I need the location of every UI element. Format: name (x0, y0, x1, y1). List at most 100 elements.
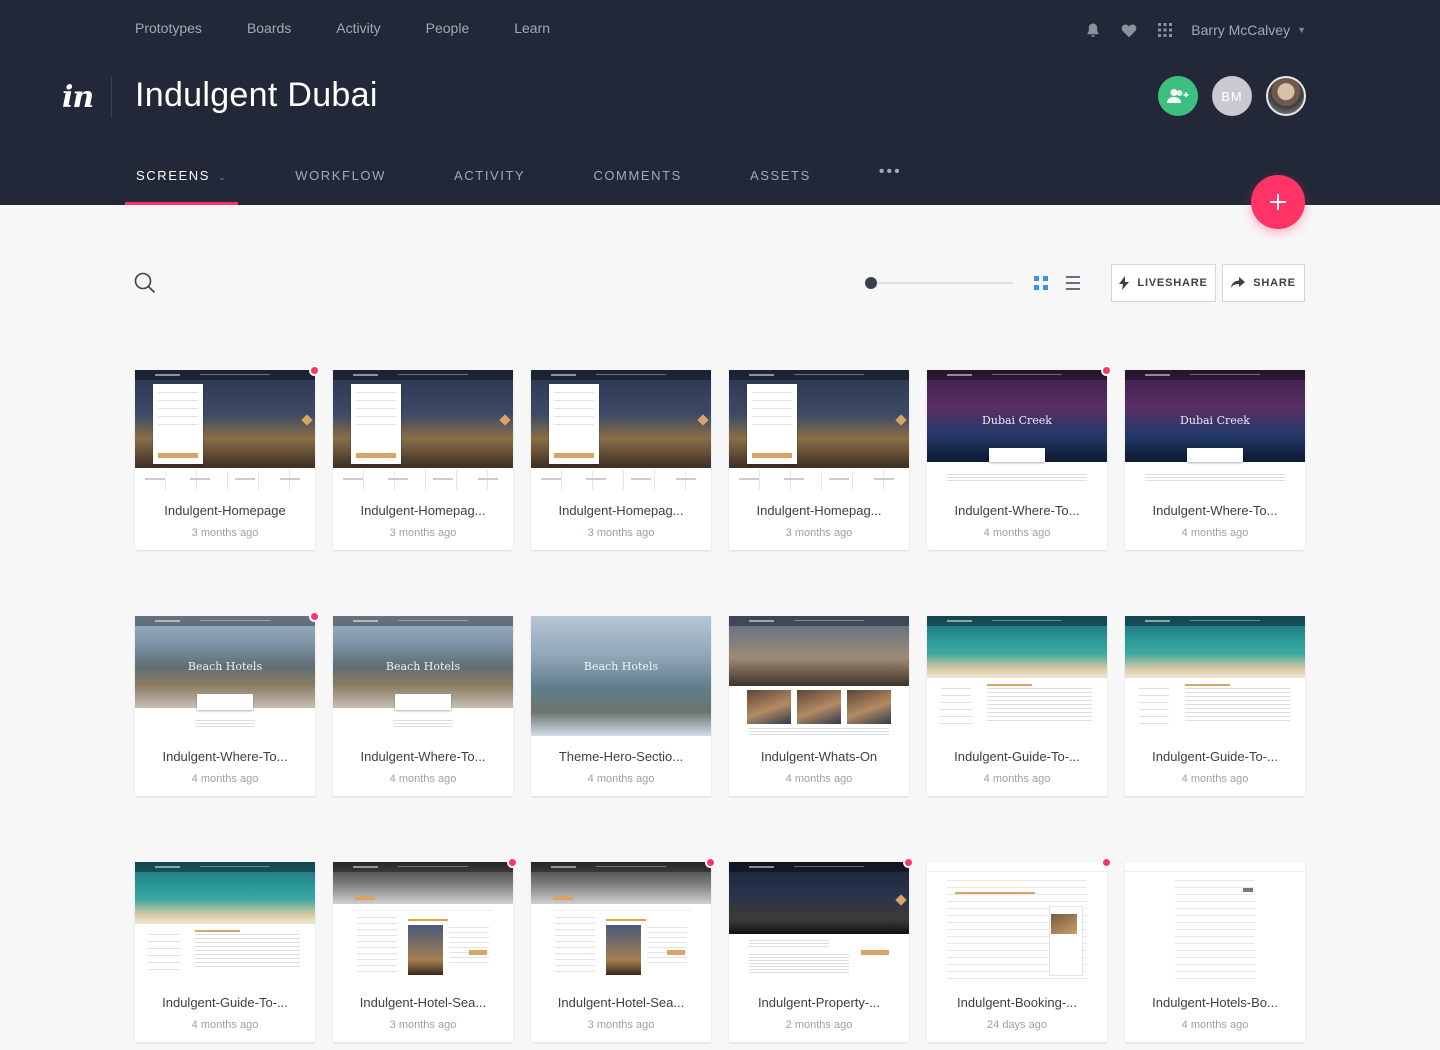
screen-card[interactable]: Beach Hotels Indulgent-Where-To... 4 month… (135, 611, 320, 796)
bell-icon[interactable] (1085, 22, 1101, 38)
screen-card[interactable]: Indulgent-Whats-On 4 months ago (729, 616, 909, 796)
screen-name[interactable]: Indulgent-Guide-To-... (927, 749, 1107, 764)
screen-name[interactable]: Indulgent-Where-To... (1125, 503, 1305, 518)
thumbnail-size-slider[interactable] (865, 277, 1013, 289)
nav-boards[interactable]: Boards (247, 18, 291, 38)
screen-thumbnail[interactable]: Beach Hotels (531, 616, 711, 736)
thumb-hero-title: Dubai Creek (982, 414, 1052, 427)
avatar[interactable] (1266, 76, 1306, 116)
tab-activity[interactable]: ACTIVITY (443, 160, 536, 205)
screen-card[interactable]: Indulgent-Homepag... 3 months ago (531, 370, 711, 550)
screen-name[interactable]: Indulgent-Guide-To-... (135, 995, 315, 1010)
lightning-icon (1119, 276, 1130, 290)
screen-name[interactable]: Indulgent-Homepag... (729, 503, 909, 518)
share-button[interactable]: SHARE (1222, 264, 1305, 302)
nav-learn[interactable]: Learn (514, 18, 550, 38)
liveshare-button[interactable]: LIVESHARE (1111, 264, 1216, 302)
screen-card[interactable]: Indulgent-Hotels-Bo... 4 months ago (1125, 862, 1305, 1042)
add-screen-button[interactable] (1251, 175, 1305, 229)
project-tabs: SCREENS ⌄ WORKFLOW ACTIVITY COMMENTS ASSE… (125, 160, 959, 205)
screen-updated-time: 3 months ago (587, 1019, 655, 1031)
screen-card[interactable]: Dubai Creek Indulgent-Where-To... 4 months… (1125, 370, 1305, 550)
nav-people[interactable]: People (426, 18, 470, 38)
screen-name[interactable]: Indulgent-Hotels-Bo... (1125, 995, 1305, 1010)
screen-card[interactable]: Dubai Creek Indulgent-Where-To... 4 months… (927, 365, 1112, 550)
screen-name[interactable]: Indulgent-Homepage (135, 503, 315, 518)
list-view-icon[interactable] (1066, 276, 1080, 290)
screen-thumbnail[interactable] (729, 862, 909, 982)
screen-thumbnail[interactable] (927, 862, 1107, 982)
screen-card[interactable]: Indulgent-Guide-To-... 4 months ago (927, 616, 1107, 796)
unread-indicator (1101, 857, 1112, 868)
screens-grid: Indulgent-Homepage 3 months ago Indulgent-… (135, 365, 1305, 1042)
screen-card[interactable]: Beach Hotels Indulgent-Where-To... 4 month… (333, 616, 513, 796)
screen-name[interactable]: Indulgent-Homepag... (531, 503, 711, 518)
screen-card[interactable]: Indulgent-Hotel-Sea... 3 months ago (333, 857, 518, 1042)
screen-name[interactable]: Indulgent-Hotel-Sea... (333, 995, 513, 1010)
screen-thumbnail[interactable] (333, 862, 513, 982)
screen-card[interactable]: Indulgent-Homepag... 3 months ago (729, 370, 909, 550)
share-label: SHARE (1253, 277, 1296, 289)
thumb-hero-title: Beach Hotels (385, 660, 461, 673)
screen-name[interactable]: Indulgent-Property-... (729, 995, 909, 1010)
add-collaborator-button[interactable] (1158, 76, 1198, 116)
screen-thumbnail[interactable] (927, 616, 1107, 736)
screen-card[interactable]: Indulgent-Homepag... 3 months ago (333, 370, 513, 550)
tab-assets[interactable]: ASSETS (739, 160, 822, 205)
tab-screens[interactable]: SCREENS ⌄ (125, 160, 239, 205)
screen-name[interactable]: Indulgent-Booking-... (927, 995, 1107, 1010)
apps-grid-icon[interactable] (1157, 22, 1173, 38)
screen-updated-time: 3 months ago (785, 527, 853, 539)
screen-thumbnail[interactable] (729, 616, 909, 736)
screen-card[interactable]: Indulgent-Homepage 3 months ago (135, 365, 320, 550)
avatar-initials[interactable]: BM (1212, 76, 1252, 116)
screen-card[interactable]: Indulgent-Hotel-Sea... 3 months ago (531, 857, 716, 1042)
screen-name[interactable]: Indulgent-Hotel-Sea... (531, 995, 711, 1010)
nav-prototypes[interactable]: Prototypes (135, 18, 202, 38)
screen-name[interactable]: Indulgent-Homepag... (333, 503, 513, 518)
screen-name[interactable]: Indulgent-Where-To... (135, 749, 315, 764)
screen-updated-time: 4 months ago (1181, 527, 1249, 539)
screen-card[interactable]: Beach Hotels Theme-Hero-Sectio... 4 months… (531, 616, 711, 796)
screen-card[interactable]: Indulgent-Guide-To-... 4 months ago (1125, 616, 1305, 796)
screen-thumbnail[interactable] (333, 370, 513, 490)
screen-thumbnail[interactable] (531, 370, 711, 490)
screen-card[interactable]: Indulgent-Booking-... 24 days ago (927, 857, 1112, 1042)
screen-thumbnail[interactable] (135, 862, 315, 982)
screen-thumbnail[interactable]: Dubai Creek (927, 370, 1107, 490)
invision-logo[interactable]: in (62, 80, 94, 115)
screen-thumbnail[interactable]: Beach Hotels (333, 616, 513, 736)
screen-card[interactable]: Indulgent-Property-... 2 months ago (729, 857, 914, 1042)
screen-thumbnail[interactable] (1125, 616, 1305, 736)
more-tabs-button[interactable]: ••• (868, 160, 913, 205)
screen-thumbnail[interactable] (1125, 862, 1305, 982)
screen-name[interactable]: Theme-Hero-Sectio... (531, 749, 711, 764)
search-button[interactable] (134, 272, 156, 299)
screen-thumbnail[interactable] (729, 370, 909, 490)
screen-updated-time: 4 months ago (1181, 773, 1249, 785)
screen-thumbnail[interactable] (531, 862, 711, 982)
screen-updated-time: 2 months ago (785, 1019, 853, 1031)
slider-handle[interactable] (865, 277, 877, 289)
screen-updated-time: 4 months ago (983, 773, 1051, 785)
screen-name[interactable]: Indulgent-Where-To... (927, 503, 1107, 518)
grid-view-icon[interactable] (1034, 276, 1048, 290)
screen-thumbnail[interactable]: Dubai Creek (1125, 370, 1305, 490)
screen-name[interactable]: Indulgent-Guide-To-... (1125, 749, 1305, 764)
screen-card[interactable]: Indulgent-Guide-To-... 4 months ago (135, 862, 315, 1042)
search-icon (134, 272, 156, 294)
heart-icon[interactable] (1121, 23, 1137, 38)
tab-workflow[interactable]: WORKFLOW (284, 160, 397, 205)
tab-screens-label: SCREENS (136, 168, 211, 183)
screen-name[interactable]: Indulgent-Whats-On (729, 749, 909, 764)
screen-updated-time: 4 months ago (1181, 1019, 1249, 1031)
top-right-tools: Barry McCalvey ▼ (1065, 18, 1306, 42)
screen-updated-time: 4 months ago (389, 773, 457, 785)
tab-comments[interactable]: COMMENTS (582, 160, 693, 205)
screen-name[interactable]: Indulgent-Where-To... (333, 749, 513, 764)
screen-thumbnail[interactable]: Beach Hotels (135, 616, 315, 736)
nav-activity[interactable]: Activity (336, 18, 380, 38)
user-menu[interactable]: Barry McCalvey ▼ (1191, 22, 1306, 38)
screen-updated-time: 3 months ago (389, 527, 457, 539)
screen-thumbnail[interactable] (135, 370, 315, 490)
